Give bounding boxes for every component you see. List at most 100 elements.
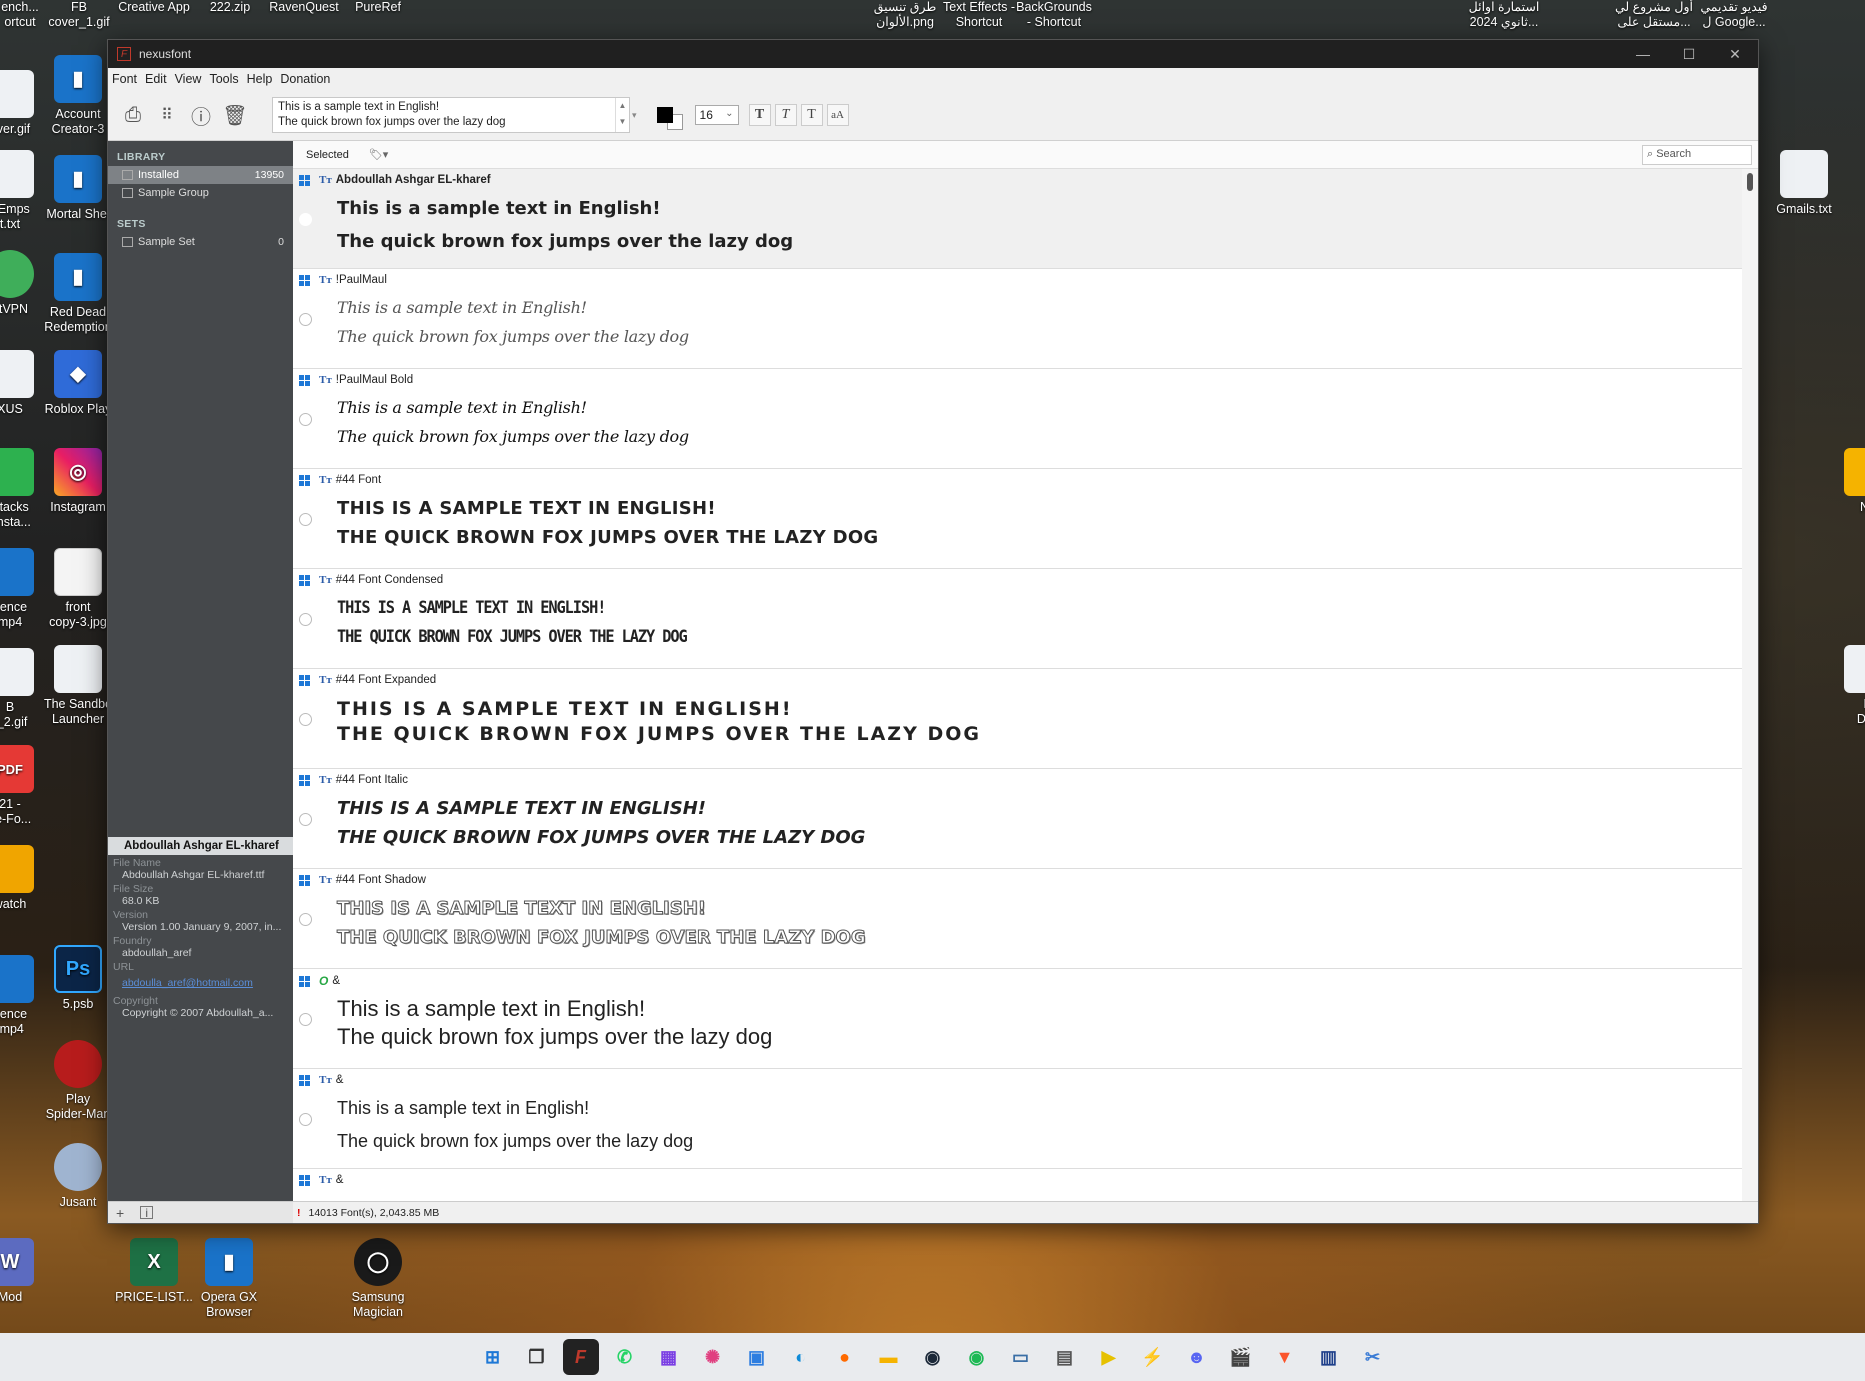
font-row[interactable]: Tт #44 Font Expanded This is a sample tex… — [293, 669, 1742, 769]
font-row[interactable]: Tт #44 Font Shadow This is a sample text … — [293, 869, 1742, 969]
taskbar-app[interactable]: 🎬 — [1223, 1339, 1259, 1375]
font-row[interactable]: Tт #44 Font Condensed This is a sample te… — [293, 569, 1742, 669]
search-input[interactable]: ⌕ Search — [1642, 144, 1752, 165]
info-url-link[interactable]: abdoulla_aref@hotmail.com — [108, 973, 293, 989]
start-button[interactable]: ⊞ — [475, 1339, 511, 1375]
sidebar-item-sample-group[interactable]: Sample Group — [108, 184, 293, 202]
delete-button[interactable]: 🗑 — [218, 98, 252, 132]
title-bar[interactable]: F nexusfont — ☐ ✕ — [108, 40, 1758, 68]
font-select-radio[interactable] — [299, 1013, 312, 1026]
font-row[interactable]: Tт !PaulMaul This is a sample text in Eng… — [293, 269, 1742, 369]
font-row[interactable]: Tт Abdoullah Ashgar EL-kharef This is a s… — [293, 169, 1742, 269]
taskbar-app[interactable]: ▭ — [1003, 1339, 1039, 1375]
desktop-icon[interactable]: W Mod — [0, 1238, 58, 1305]
taskbar-app[interactable]: ✂ — [1355, 1339, 1391, 1375]
sample-history-dropdown[interactable]: ▾ — [632, 110, 637, 121]
bold-toggle[interactable]: T — [748, 104, 771, 126]
font-row[interactable]: O & This is a sample text in English! The… — [293, 969, 1742, 1069]
menu-edit[interactable]: Edit — [145, 72, 173, 86]
print-button[interactable]: ⎙ — [116, 98, 150, 132]
taskbar-app[interactable]: ▥ — [1311, 1339, 1347, 1375]
font-select-radio[interactable] — [299, 213, 312, 226]
desktop-icon[interactable]: N Doc — [1820, 645, 1865, 727]
taskbar-app[interactable]: ▦ — [651, 1339, 687, 1375]
sidebar-item-installed[interactable]: Installed 13950 — [108, 166, 293, 184]
desktop-icon-top-1[interactable]: FB cover_1.gif — [48, 0, 110, 30]
desktop-icon-top-8[interactable]: BackGrounds - Shortcut — [1016, 0, 1092, 30]
sidebar-item-sample-set[interactable]: Sample Set 0 — [108, 233, 293, 251]
sample-text-scroll[interactable]: ▲ ▼ — [615, 98, 629, 132]
case-toggle[interactable]: aA — [826, 104, 849, 126]
font-select-radio[interactable] — [299, 713, 312, 726]
font-select-radio[interactable] — [299, 513, 312, 526]
font-select-radio[interactable] — [299, 913, 312, 926]
taskbar-app[interactable]: ✆ — [607, 1339, 643, 1375]
taskbar-app[interactable]: ▤ — [1047, 1339, 1083, 1375]
sidebar: LIBRARY Installed 13950 Sample Group SETS… — [108, 141, 293, 1201]
menu-donation[interactable]: Donation — [280, 72, 336, 86]
desktop-icon-top-6[interactable]: طرق تنسيق الألوان.png — [870, 0, 940, 30]
regular-toggle[interactable]: T — [800, 104, 823, 126]
desktop-icon[interactable]: Gmails.txt — [1756, 150, 1852, 217]
desktop-icon-top-7[interactable]: Text Effects - Shortcut — [942, 0, 1016, 30]
desktop-icon-top-9[interactable]: استمارة اوائل ثانوي 2024... — [1466, 0, 1542, 30]
desktop-icon[interactable]: ◯ Samsung Magician — [330, 1238, 426, 1320]
chevron-down-icon: ⌄ — [725, 108, 734, 119]
desktop-icon[interactable]: ▮ Opera GX Browser — [181, 1238, 277, 1320]
menu-view[interactable]: View — [175, 72, 208, 86]
info-toggle-button[interactable]: i — [140, 1206, 154, 1220]
desktop-icon[interactable]: Ne — [1820, 448, 1865, 515]
vertical-scrollbar[interactable] — [1742, 169, 1758, 1201]
taskbar-app[interactable]: ☻ — [1179, 1339, 1215, 1375]
taskbar-app[interactable]: ▣ — [739, 1339, 775, 1375]
taskbar-app[interactable]: ◉ — [959, 1339, 995, 1375]
font-row[interactable]: Tт & — [293, 1169, 1742, 1201]
font-select-radio[interactable] — [299, 413, 312, 426]
charmap-button[interactable]: ⠿ — [150, 98, 184, 132]
taskbar-app[interactable]: ● — [827, 1339, 863, 1375]
font-select-radio[interactable] — [299, 313, 312, 326]
font-size-select[interactable]: 16 ⌄ — [694, 105, 739, 125]
scroll-thumb[interactable] — [1747, 173, 1753, 191]
selected-filter[interactable]: Selected — [306, 149, 349, 161]
add-group-button[interactable]: + — [116, 1205, 124, 1221]
font-select-radio[interactable] — [299, 813, 312, 826]
desktop-icon[interactable]: PDF21 - ite-Fo... — [0, 745, 58, 827]
taskbar-app[interactable]: ▶ — [1091, 1339, 1127, 1375]
desktop-icon[interactable]: watch — [0, 845, 58, 912]
taskbar-app[interactable]: ◉ — [915, 1339, 951, 1375]
taskbar-app[interactable]: ▬ — [871, 1339, 907, 1375]
tag-filter-dropdown[interactable]: 🏷▾ — [369, 148, 389, 161]
desktop-icon-top-3[interactable]: 222.zip — [204, 0, 256, 15]
taskbar-app[interactable]: ◐ — [783, 1339, 819, 1375]
menu-font[interactable]: Font — [112, 72, 143, 86]
font-row[interactable]: Tт #44 Font This is a sample text in Engl… — [293, 469, 1742, 569]
foreground-color-swatch[interactable] — [656, 107, 673, 123]
minimize-button[interactable]: — — [1620, 40, 1666, 68]
desktop-icon-top-4[interactable]: RavenQuest — [268, 0, 340, 15]
menu-tools[interactable]: Tools — [209, 72, 244, 86]
desktop-icon-top-2[interactable]: Creative App — [116, 0, 192, 15]
taskbar-app[interactable]: ❐ — [519, 1339, 555, 1375]
taskbar: ⊞ ❐ F ✆ ▦ ✺ ▣ ◐ ● ▬ ◉ ◉ ▭ ▤ ▶ ⚡ ☻ 🎬 ▼ ▥ … — [0, 1333, 1865, 1381]
font-row[interactable]: Tт #44 Font Italic This is a sample text … — [293, 769, 1742, 869]
desktop-icon-top-10[interactable]: أول مشروع لي مستقل على... — [1614, 0, 1694, 30]
taskbar-app[interactable]: ⚡ — [1135, 1339, 1171, 1375]
desktop-icon-top-5[interactable]: PureRef — [350, 0, 406, 15]
maximize-button[interactable]: ☐ — [1666, 40, 1712, 68]
status-bar: + i ! 14013 Font(s), 2,043.85 MB — [108, 1201, 1758, 1223]
taskbar-app[interactable]: ▼ — [1267, 1339, 1303, 1375]
taskbar-app-nexusfont[interactable]: F — [562, 1339, 599, 1375]
italic-toggle[interactable]: T — [774, 104, 797, 126]
sample-text-input[interactable]: This is a sample text in English! The qu… — [272, 97, 630, 133]
info-button[interactable]: ⓘ — [184, 98, 218, 132]
font-select-radio[interactable] — [299, 613, 312, 626]
desktop-icon-top-0[interactable]: ench... ortcut — [0, 0, 40, 30]
font-row[interactable]: Tт & This is a sample text in English! Th… — [293, 1069, 1742, 1169]
close-button[interactable]: ✕ — [1712, 40, 1758, 68]
menu-help[interactable]: Help — [247, 72, 279, 86]
font-row[interactable]: Tт !PaulMaul Bold This is a sample text i… — [293, 369, 1742, 469]
desktop-icon-top-11[interactable]: فيديو تقديمي ل Google... — [1694, 0, 1774, 30]
font-select-radio[interactable] — [299, 1113, 312, 1126]
taskbar-app[interactable]: ✺ — [695, 1339, 731, 1375]
